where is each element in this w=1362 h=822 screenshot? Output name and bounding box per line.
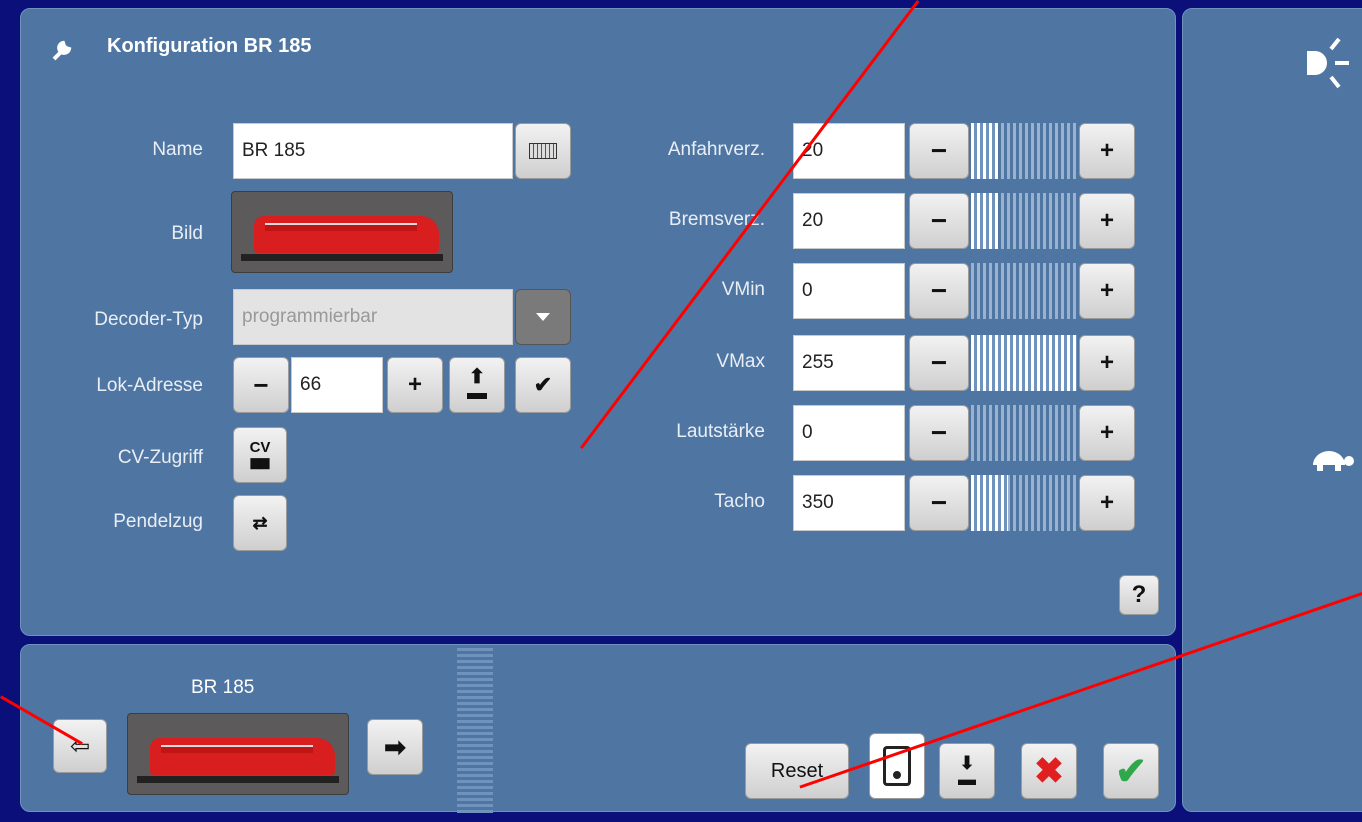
param-value-field[interactable]: 350 — [793, 475, 905, 531]
name-label: Name — [152, 139, 203, 160]
param-slider[interactable] — [971, 335, 1077, 391]
param-minus-button[interactable]: − — [909, 263, 969, 319]
param-value-field[interactable]: 20 — [793, 193, 905, 249]
shuttle-icon: ⇄ — [252, 512, 268, 533]
cv-icon: CV — [249, 439, 271, 456]
upload-loco-icon: ⬆ ▬ — [467, 366, 487, 404]
close-icon: ✖ — [1033, 750, 1065, 791]
wrench-icon — [51, 39, 73, 61]
decoder-dropdown-button[interactable] — [515, 289, 571, 345]
param-slider[interactable] — [971, 193, 1077, 249]
cv-label: CV-Zugriff — [117, 447, 203, 468]
address-plus-button[interactable]: + — [387, 357, 443, 413]
page-title: Konfiguration BR 185 — [107, 35, 312, 57]
prev-loco-button[interactable]: ⇦ — [53, 719, 107, 773]
param-plus-button[interactable]: + — [1079, 405, 1135, 461]
address-field[interactable]: 66 — [291, 357, 383, 413]
upload-loco-button[interactable]: ⬆ ▬ — [449, 357, 505, 413]
param-label: Tacho — [714, 491, 765, 512]
help-button[interactable]: ? — [1119, 575, 1159, 615]
param-value-field[interactable]: 0 — [793, 263, 905, 319]
param-minus-button[interactable]: − — [909, 405, 969, 461]
param-plus-button[interactable]: + — [1079, 475, 1135, 531]
param-value-field[interactable]: 0 — [793, 405, 905, 461]
next-loco-button[interactable]: ➡ — [367, 719, 423, 775]
decoder-function-button[interactable] — [869, 733, 925, 799]
bottom-panel: BR 185 ⇦ ➡ Reset ⬇ ▬ ✖ ✔ — [20, 644, 1176, 813]
param-plus-button[interactable]: + — [1079, 123, 1135, 179]
param-label: VMin — [721, 279, 765, 300]
param-minus-button[interactable]: − — [909, 123, 969, 179]
arrow-right-icon: ➡ — [384, 731, 406, 762]
check-icon: ✔ — [1115, 750, 1147, 793]
decoder-label: Decoder-Typ — [94, 309, 203, 330]
param-label: Lautstärke — [676, 421, 765, 442]
param-slider[interactable] — [971, 123, 1077, 179]
loco-image[interactable] — [231, 191, 453, 273]
bottom-scrollbar[interactable] — [457, 645, 493, 813]
address-minus-button[interactable]: − — [233, 357, 289, 413]
decoder-select[interactable]: programmierbar — [233, 289, 513, 345]
param-minus-button[interactable]: − — [909, 193, 969, 249]
ok-button[interactable]: ✔ — [1103, 743, 1159, 799]
shuttle-train-button[interactable]: ⇄ — [233, 495, 287, 551]
light-icon[interactable] — [1303, 31, 1362, 91]
param-plus-button[interactable]: + — [1079, 263, 1135, 319]
address-label: Lok-Adresse — [96, 375, 203, 396]
param-label: Anfahrverz. — [667, 139, 765, 160]
speed-side-panel — [1182, 8, 1362, 812]
loco-name-label: BR 185 — [191, 677, 255, 698]
param-minus-button[interactable]: − — [909, 475, 969, 531]
param-label: Bremsverz. — [668, 209, 765, 230]
pendel-label: Pendelzug — [113, 511, 203, 532]
param-value-field[interactable]: 255 — [793, 335, 905, 391]
help-icon: ? — [1131, 581, 1147, 608]
download-loco-button[interactable]: ⬇ ▬ — [939, 743, 995, 799]
turtle-icon[interactable] — [1307, 439, 1357, 479]
config-panel: Konfiguration BR 185 Name BR 185 Bild De… — [20, 8, 1176, 636]
bottom-loco-image[interactable] — [127, 713, 349, 795]
bild-label: Bild — [171, 223, 203, 244]
train-icon: ▆▆ — [250, 455, 270, 469]
name-field[interactable]: BR 185 — [233, 123, 513, 179]
param-slider[interactable] — [971, 263, 1077, 319]
confirm-address-button[interactable]: ✔ — [515, 357, 571, 413]
param-plus-button[interactable]: + — [1079, 335, 1135, 391]
reset-button[interactable]: Reset — [745, 743, 849, 799]
param-minus-button[interactable]: − — [909, 335, 969, 391]
cv-access-button[interactable]: CV ▆▆ — [233, 427, 287, 483]
param-value-field[interactable]: 20 — [793, 123, 905, 179]
download-loco-icon: ⬇ ▬ — [958, 753, 976, 789]
keyboard-button[interactable] — [515, 123, 571, 179]
keyboard-icon — [529, 143, 557, 159]
chevron-down-icon — [536, 313, 550, 321]
cancel-button[interactable]: ✖ — [1021, 743, 1077, 799]
param-plus-button[interactable]: + — [1079, 193, 1135, 249]
param-slider[interactable] — [971, 475, 1077, 531]
param-slider[interactable] — [971, 405, 1077, 461]
